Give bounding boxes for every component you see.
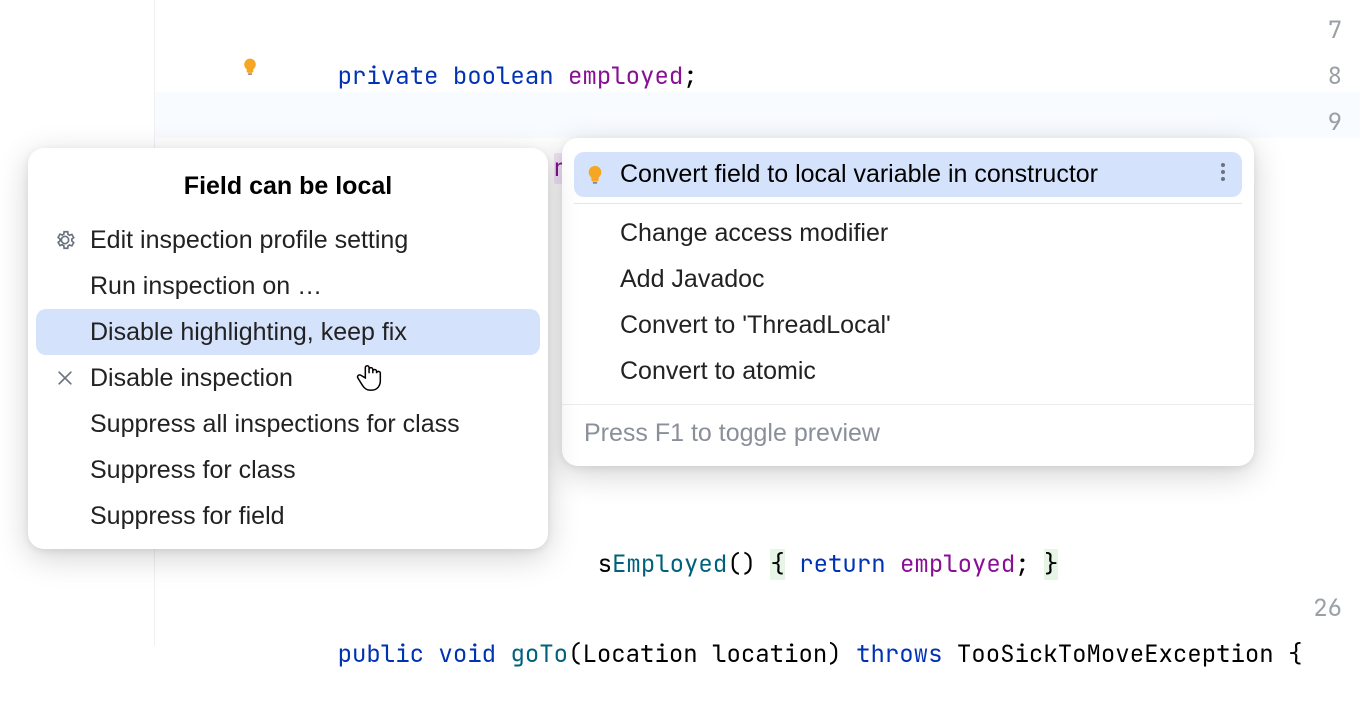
close-icon: [52, 368, 78, 388]
more-options-icon[interactable]: [1214, 161, 1232, 189]
menu-item-label: Disable inspection: [90, 364, 524, 393]
intention-item[interactable]: Add Javadoc: [562, 256, 1254, 302]
menu-item-label: Add Javadoc: [620, 265, 1234, 294]
menu-item-label: Convert to atomic: [620, 357, 1234, 386]
suppress-class-item[interactable]: Suppress for class: [28, 447, 548, 493]
keyword: void: [438, 639, 496, 670]
intention-item[interactable]: Convert to atomic: [562, 348, 1254, 394]
gear-icon: [52, 229, 78, 251]
disable-inspection-item[interactable]: Disable inspection: [28, 355, 548, 401]
popup-title: Field can be local: [28, 164, 548, 217]
suppress-all-class-item[interactable]: Suppress all inspections for class: [28, 401, 548, 447]
lightbulb-icon[interactable]: [240, 50, 260, 76]
intention-item[interactable]: Change access modifier: [562, 210, 1254, 256]
code-line: public void goTo(Location location) thro…: [280, 586, 1303, 723]
menu-item-label: Suppress for class: [90, 456, 524, 485]
run-inspection-item[interactable]: Run inspection on …: [28, 263, 548, 309]
popup-footer-hint: Press F1 to toggle preview: [562, 404, 1254, 466]
method-name: goTo: [510, 639, 568, 670]
intention-actions-popup: Convert field to local variable in const…: [562, 138, 1254, 466]
keyword: public: [338, 639, 424, 670]
line-number: 9: [1328, 100, 1342, 146]
menu-item-label: Edit inspection profile setting: [90, 226, 524, 255]
disable-highlighting-item[interactable]: Disable highlighting, keep fix: [36, 309, 540, 355]
divider: [574, 203, 1242, 204]
menu-item-label: Change access modifier: [620, 219, 1234, 248]
method-name: Employed: [612, 549, 727, 580]
inspection-options-popup: Field can be local Edit inspection profi…: [28, 148, 548, 549]
suppress-field-item[interactable]: Suppress for field: [28, 493, 548, 539]
edit-inspection-profile-item[interactable]: Edit inspection profile setting: [28, 217, 548, 263]
intention-item[interactable]: Convert to 'ThreadLocal': [562, 302, 1254, 348]
menu-item-label: Suppress for field: [90, 502, 524, 531]
menu-item-label: Convert to 'ThreadLocal': [620, 311, 1234, 340]
intention-header-label: Convert field to local variable in const…: [620, 160, 1200, 189]
menu-item-label: Run inspection on …: [90, 272, 524, 301]
menu-item-label: Disable highlighting, keep fix: [90, 318, 524, 347]
lightbulb-icon: [584, 162, 606, 188]
intention-header-item[interactable]: Convert field to local variable in const…: [574, 152, 1242, 197]
line-number: 26: [1313, 586, 1342, 632]
menu-item-label: Suppress all inspections for class: [90, 410, 524, 439]
line-number: 7: [1328, 8, 1342, 54]
